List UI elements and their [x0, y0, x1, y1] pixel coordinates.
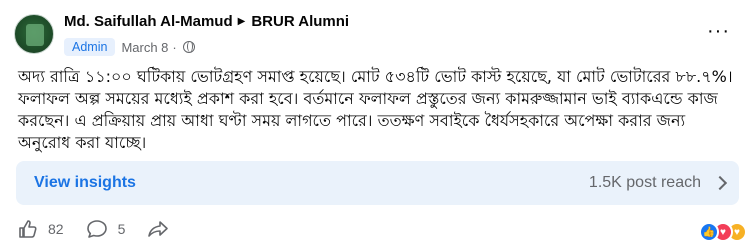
like-button[interactable]: 82 — [18, 219, 64, 239]
chevron-right-icon — [712, 175, 728, 191]
arrow-right-icon: ▶ — [237, 16, 246, 27]
like-icon — [19, 220, 37, 238]
name-row: Md. Saifullah Al-Mamud ▶ BRUR Alumni — [64, 12, 684, 32]
globe-icon[interactable] — [182, 41, 195, 53]
post-reach[interactable]: 1.5K post reach — [588, 174, 728, 192]
view-insights-link[interactable]: View insights — [34, 174, 136, 192]
post-reach-label: 1.5K post reach — [588, 174, 701, 191]
separator-dot: · — [172, 39, 177, 55]
meta-row: Admin March 8 · — [64, 38, 684, 56]
post-header: Md. Saifullah Al-Mamud ▶ BRUR Alumni Adm… — [64, 12, 684, 56]
insights-bar[interactable]: View insights 1.5K post reach — [16, 161, 739, 205]
comment-button[interactable]: 5 — [86, 219, 126, 239]
admin-badge: Admin — [64, 38, 116, 56]
group-name[interactable]: BRUR Alumni — [251, 12, 349, 32]
post-date[interactable]: March 8 — [121, 40, 168, 55]
more-icon[interactable]: ··· — [707, 21, 730, 41]
reactions-summary[interactable]: 👍 ♥ ♥ — [699, 222, 749, 242]
action-bar: 82 5 — [18, 219, 191, 239]
author-name[interactable]: Md. Saifullah Al-Mamud — [64, 12, 233, 32]
post-text: অদ্য রাত্রি ১১:০০ ঘটিকায় ভোটগ্রহণ সমাপ্… — [18, 67, 733, 152]
avatar[interactable] — [14, 14, 54, 54]
like-count: 82 — [48, 221, 64, 237]
share-icon — [148, 221, 169, 237]
comment-count: 5 — [117, 221, 126, 237]
comment-icon — [86, 220, 107, 238]
like-reaction-icon: 👍 — [699, 222, 719, 242]
share-button[interactable] — [147, 219, 169, 239]
